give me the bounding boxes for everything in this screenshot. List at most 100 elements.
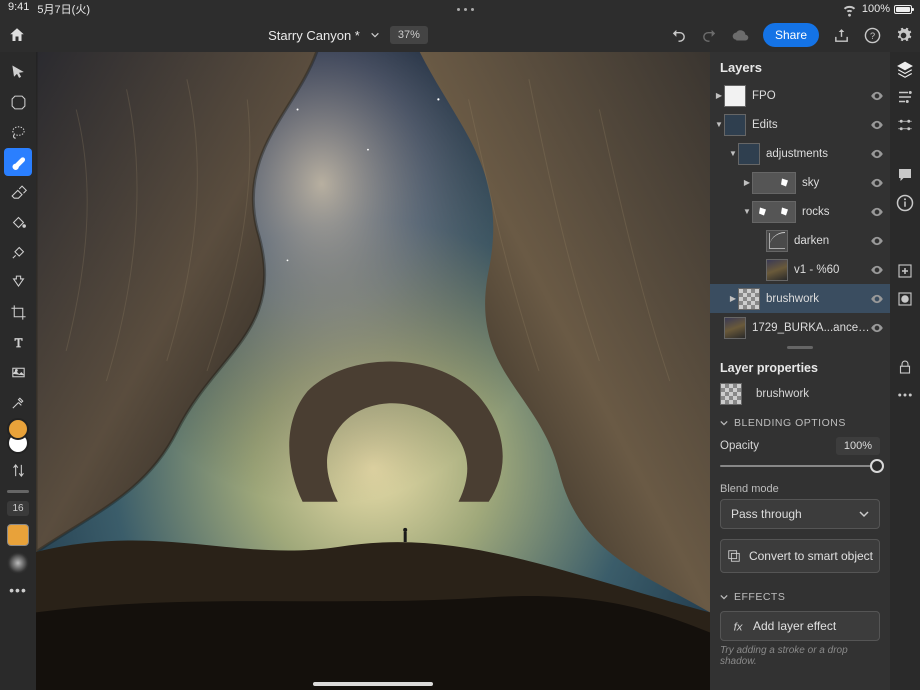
type-tool[interactable]: T (4, 328, 32, 356)
healing-tool[interactable] (4, 238, 32, 266)
mask-icon[interactable] (896, 290, 914, 308)
add-layer-effect-button[interactable]: fx Add layer effect (720, 611, 880, 641)
layer-row[interactable]: 1729_BURKA...anced-NR33 (710, 313, 890, 342)
layer-name: 1729_BURKA...anced-NR33 (752, 322, 870, 334)
foreground-color[interactable] (7, 418, 29, 440)
place-tool[interactable] (4, 358, 32, 386)
layer-thumb (738, 288, 760, 310)
disclosure-icon[interactable]: ▼ (728, 149, 738, 158)
disclosure-icon[interactable]: ▶ (728, 294, 738, 303)
layer-thumb (752, 201, 796, 223)
layer-thumb (766, 259, 788, 281)
layers-header: Layers (710, 52, 890, 81)
eyedropper-tool[interactable] (4, 388, 32, 416)
properties-icon[interactable] (896, 88, 914, 106)
undo-icon[interactable] (670, 27, 687, 44)
top-bar: Starry Canyon * 37% Share ? (0, 18, 920, 52)
layer-name: Edits (752, 119, 870, 131)
swap-colors[interactable] (4, 456, 32, 484)
blend-mode-dropdown[interactable]: Pass through (720, 499, 880, 529)
lock-icon[interactable] (896, 358, 914, 376)
layer-row[interactable]: ▶FPO (710, 81, 890, 110)
effects-section[interactable]: EFFECTS (710, 583, 890, 605)
opacity-value[interactable]: 100% (836, 437, 880, 455)
svg-text:T: T (14, 335, 22, 349)
lasso-tool[interactable] (4, 118, 32, 146)
visibility-icon[interactable] (870, 118, 884, 132)
disclosure-icon[interactable]: ▶ (714, 91, 724, 100)
layer-row[interactable]: ▶brushwork (710, 284, 890, 313)
cloud-icon[interactable] (732, 27, 749, 44)
multitask-dots[interactable] (457, 8, 474, 11)
blend-mode-label: Blend mode (710, 475, 890, 499)
fill-tool[interactable] (4, 208, 32, 236)
status-time: 9:41 (8, 1, 29, 17)
home-indicator[interactable] (313, 682, 433, 686)
wifi-icon (841, 1, 858, 18)
disclosure-icon[interactable]: ▶ (742, 178, 752, 187)
document-title-group[interactable]: Starry Canyon * 37% (268, 26, 428, 44)
home-button[interactable] (8, 26, 26, 44)
panel-resize-handle[interactable] (787, 346, 813, 349)
share-button[interactable]: Share (763, 23, 819, 47)
brush-tool[interactable] (4, 148, 32, 176)
more-tools[interactable]: ••• (4, 576, 32, 604)
brush-preview[interactable] (7, 552, 29, 574)
info-icon[interactable] (896, 194, 914, 212)
more-icon[interactable] (896, 386, 914, 404)
status-date: 5月7日(火) (37, 1, 90, 17)
help-icon[interactable]: ? (864, 27, 881, 44)
eraser-tool[interactable] (4, 178, 32, 206)
layer-thumb (724, 114, 746, 136)
visibility-icon[interactable] (870, 234, 884, 248)
clone-tool[interactable] (4, 268, 32, 296)
disclosure-icon[interactable]: ▼ (714, 120, 724, 129)
visibility-icon[interactable] (870, 321, 884, 335)
crop-tool[interactable] (4, 298, 32, 326)
visibility-icon[interactable] (870, 292, 884, 306)
layer-row[interactable]: ▶ sky (710, 168, 890, 197)
layer-name: sky (802, 177, 870, 189)
comments-icon[interactable] (896, 166, 914, 184)
layer-name: v1 - %60 (794, 264, 870, 276)
layer-row[interactable]: ▼rocks (710, 197, 890, 226)
current-layer-name: brushwork (756, 388, 809, 400)
canvas[interactable] (36, 52, 710, 690)
opacity-label: Opacity (720, 440, 759, 452)
right-toolbar (890, 52, 920, 690)
export-icon[interactable] (833, 27, 850, 44)
brush-color-swatch[interactable] (7, 524, 29, 546)
zoom-level[interactable]: 37% (390, 26, 428, 44)
toolbar-separator (7, 490, 29, 493)
layers-icon[interactable] (896, 60, 914, 78)
brush-size[interactable]: 16 (7, 501, 28, 516)
layer-row[interactable]: ▼ adjustments (710, 139, 890, 168)
gear-icon[interactable] (895, 27, 912, 44)
disclosure-icon[interactable]: ▼ (742, 207, 752, 216)
convert-smart-object-button[interactable]: Convert to smart object (720, 539, 880, 573)
adjustments-icon[interactable] (896, 116, 914, 134)
left-toolbar: T 16 ••• (0, 52, 36, 690)
document-title: Starry Canyon * (268, 28, 360, 43)
add-icon[interactable] (896, 262, 914, 280)
visibility-icon[interactable] (870, 205, 884, 219)
layer-row[interactable]: v1 - %60 (710, 255, 890, 284)
visibility-icon[interactable] (870, 89, 884, 103)
layers-list: ▶FPO ▼ Edits ▼ adjustments ▶ sky ▼rocksdarken v1… (710, 81, 890, 342)
visibility-icon[interactable] (870, 147, 884, 161)
redo-icon[interactable] (701, 27, 718, 44)
layer-row[interactable]: ▼ Edits (710, 110, 890, 139)
opacity-slider[interactable] (710, 457, 890, 475)
blending-options-section[interactable]: BLENDING OPTIONS (710, 409, 890, 431)
layer-row[interactable]: darken (710, 226, 890, 255)
chevron-down-icon (859, 509, 869, 519)
svg-text:?: ? (870, 31, 875, 41)
layer-thumb (724, 85, 746, 107)
visibility-icon[interactable] (870, 176, 884, 190)
status-bar: 9:41 5月7日(火) 100% (0, 0, 920, 18)
move-tool[interactable] (4, 58, 32, 86)
transform-tool[interactable] (4, 88, 32, 116)
visibility-icon[interactable] (870, 263, 884, 277)
layer-name: adjustments (766, 148, 870, 160)
chevron-down-icon (720, 593, 728, 601)
